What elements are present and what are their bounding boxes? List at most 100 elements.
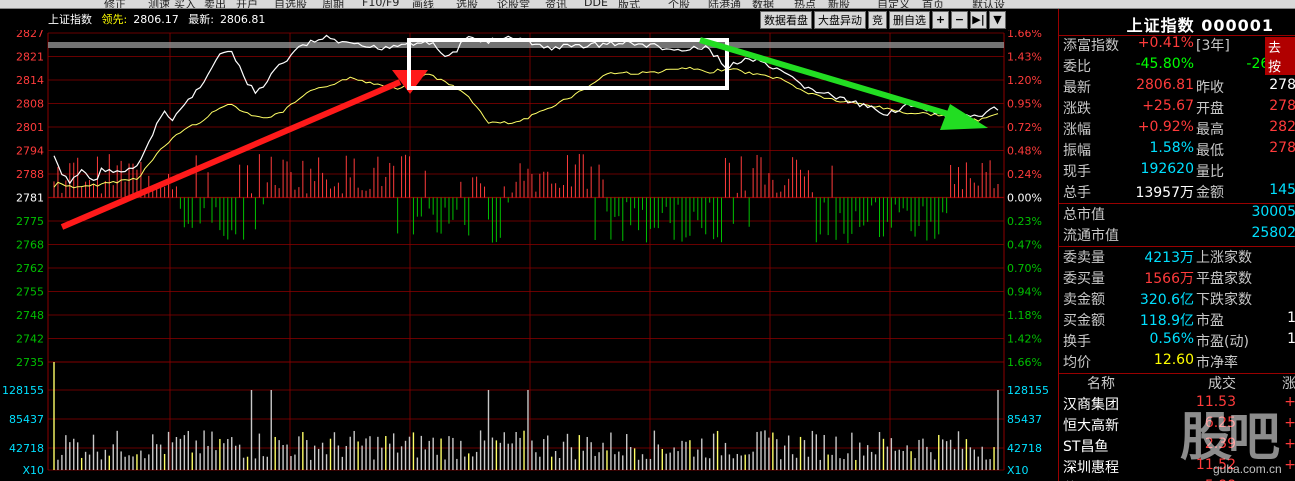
volume-tick-label: 42718 (9, 442, 44, 455)
quote-value: 278 (1269, 77, 1295, 93)
main-toolbar: 修正 测速 买入 卖出 开户 自选股 周期 F10/F9 画线 选股 论股堂 资讯 DDE 版式 个股 陆港通… (0, 0, 1295, 9)
go-button[interactable]: 去按 (1265, 37, 1295, 75)
pct-tick-label: 1.20% (1007, 74, 1042, 87)
pct-tick-label: 0.24% (1007, 168, 1042, 181)
quote-label: 总手 (1063, 185, 1091, 201)
guba-watermark-logo: 股吧 (1180, 407, 1280, 468)
toolbar-item[interactable]: DDE (584, 0, 608, 8)
quote-label: 市盈 (1196, 313, 1224, 329)
price-tick-label: 2814 (16, 74, 44, 87)
toolbar-item[interactable]: 开户 (236, 0, 258, 8)
quote-label: 振幅 (1063, 143, 1091, 159)
volume-tick-label: 85437 (1007, 413, 1042, 426)
quote-label: 市盈(动) (1196, 334, 1249, 350)
quote-title: 上证指数 000001 (1126, 16, 1274, 35)
quote-value: 278 (1269, 98, 1295, 114)
toolbar-item[interactable]: 新股 (828, 0, 850, 8)
quote-label: 流通市值 (1063, 228, 1119, 244)
quote-value: 320.6亿 (1139, 292, 1194, 308)
quote-label: 换手 (1063, 334, 1091, 350)
quote-value: +0.41% (1137, 35, 1194, 51)
market-move-button[interactable]: 大盘异动 (814, 11, 866, 29)
toolbar-item[interactable]: 版式 (618, 0, 640, 8)
toolbar-item[interactable]: 测速 (148, 0, 170, 8)
toolbar-item[interactable]: F10/F9 (362, 0, 399, 8)
pct-tick-label: 0.72% (1007, 121, 1042, 134)
green-trend-arrow (699, 37, 956, 119)
toolbar-item[interactable]: 自选股 (274, 0, 307, 8)
quote-value: +0.92% (1137, 119, 1194, 135)
pct-tick-label: 0.00% (1007, 192, 1042, 205)
stock-change: + (1284, 457, 1295, 473)
stock-change: + (1284, 415, 1295, 431)
latest-label: 最新: (188, 13, 214, 26)
intraday-chart[interactable]: 2827 2821 2814 2808 2801 2794 2788 2781 2775 2768… (0, 30, 1058, 481)
toolbar-item[interactable]: 陆港通 (708, 0, 741, 8)
quote-value: 12.60 (1153, 352, 1194, 368)
quote-label: 量比 (1196, 164, 1224, 180)
quote-value: 13957万 (1135, 185, 1194, 201)
pct-tick-label: 0.94% (1007, 286, 1042, 299)
quote-row: 换手 0.56%市盈(动) 1 (1059, 331, 1295, 351)
toolbar-item[interactable]: 默认设 (972, 0, 1005, 8)
pct-tick-label: 1.43% (1007, 51, 1042, 64)
pct-tick-label: 0.48% (1007, 145, 1042, 158)
stock-change: + (1284, 436, 1295, 452)
quote-value: 1.58% (1149, 140, 1194, 156)
quote-label: 市净率 (1196, 355, 1238, 371)
quote-label: 最低 (1196, 143, 1224, 159)
toolbar-item[interactable]: 选股 (456, 0, 478, 8)
toolbar-item[interactable]: 论股堂 (497, 0, 530, 8)
price-tick-label: 2801 (16, 121, 44, 134)
quote-label: 最高 (1196, 122, 1224, 138)
remove-favorite-button[interactable]: 删自选 (889, 11, 930, 29)
toolbar-item[interactable]: 周期 (322, 0, 344, 8)
next-button[interactable]: ▶| (970, 11, 987, 29)
toolbar-item[interactable]: 自定义 (877, 0, 910, 8)
quote-value: 282 (1269, 119, 1295, 135)
toolbar-item[interactable]: 首页 (922, 0, 944, 8)
toolbar-item[interactable]: 画线 (412, 0, 434, 8)
quote-label: 最新 (1063, 80, 1091, 96)
toolbar-item[interactable]: 修正 (104, 0, 126, 8)
quote-label: 现手 (1063, 164, 1091, 180)
dropdown-button[interactable]: ▼ (989, 11, 1006, 29)
toolbar-item[interactable]: 资讯 (545, 0, 567, 8)
quote-row: 买金额 118.9亿市盈 1 (1059, 310, 1295, 330)
price-line (53, 34, 999, 185)
quote-row: 均价 12.60 市净率 (1059, 352, 1295, 372)
column-name: 名称 (1087, 376, 1115, 392)
zoom-in-button[interactable]: + (932, 11, 949, 29)
toolbar-item[interactable]: 卖出 (204, 0, 226, 8)
quote-row: 振幅 1.58% 最低 278 (1059, 140, 1295, 160)
guba-watermark-url: guba.com.cn (1213, 462, 1282, 476)
quote-value: 1566万 (1144, 271, 1194, 287)
price-tick-label: 2821 (16, 51, 44, 64)
price-tick-label: 2808 (16, 98, 44, 111)
toolbar-item[interactable]: 买入 (174, 0, 196, 8)
column-change: 涨 (1282, 376, 1295, 392)
quote-row: 涨跌 +25.67 开盘 278 (1059, 98, 1295, 118)
quote-label: 添富指数 (1063, 38, 1119, 54)
pct-tick-label: 0.23% (1007, 215, 1042, 228)
toolbar-item[interactable]: 个股 (668, 0, 690, 8)
quote-label: 卖金额 (1063, 292, 1105, 308)
price-tick-label: 2827 (16, 30, 44, 40)
quote-row: 流通市值 25802 (1059, 225, 1295, 245)
bid-button[interactable]: 竞 (868, 11, 887, 29)
quote-label: 昨收 (1196, 80, 1224, 96)
quote-label: 平盘家数 (1196, 271, 1252, 287)
zoom-out-button[interactable]: − (951, 11, 968, 29)
quote-value: 118.9亿 (1139, 313, 1194, 329)
toolbar-item[interactable]: 数据 (752, 0, 774, 8)
volume-tick-label: 85437 (9, 413, 44, 426)
quote-label: 涨跌 (1063, 101, 1091, 117)
quote-label: 委卖量 (1063, 250, 1105, 266)
pct-tick-label: 1.66% (1007, 30, 1042, 40)
toolbar-item[interactable]: 热点 (794, 0, 816, 8)
data-board-button[interactable]: 数据看盘 (760, 11, 812, 29)
quote-row: 卖金额 320.6亿 下跌家数 (1059, 289, 1295, 309)
price-tick-label: 2748 (16, 309, 44, 322)
stock-name: 深圳惠程 (1063, 460, 1119, 476)
quote-value: 25802 (1251, 225, 1295, 241)
